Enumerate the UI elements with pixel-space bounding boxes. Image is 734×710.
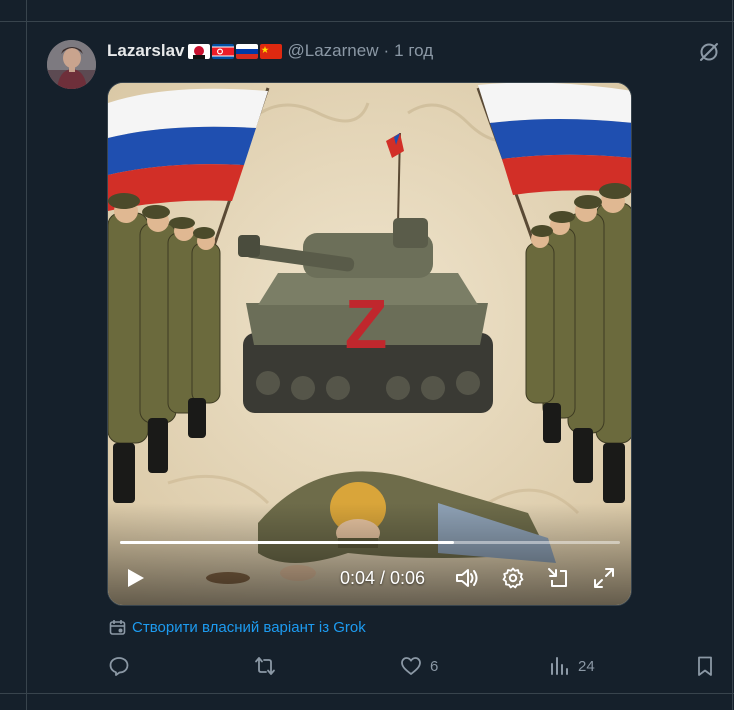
repost-button[interactable] bbox=[254, 655, 284, 677]
gear-icon bbox=[502, 567, 524, 589]
play-button[interactable] bbox=[122, 565, 148, 591]
tank-z-letter: Z bbox=[345, 285, 388, 363]
reply-icon bbox=[109, 657, 129, 676]
progress-bar[interactable] bbox=[120, 541, 620, 544]
avatar[interactable] bbox=[47, 40, 96, 89]
tweet-header: Lazarslav @Lazarnew · 1 год bbox=[107, 40, 433, 62]
author-handle[interactable]: @Lazarnew bbox=[288, 41, 379, 61]
like-count: 6 bbox=[430, 657, 439, 675]
bottom-divider bbox=[0, 693, 734, 694]
views-count: 24 bbox=[578, 657, 595, 675]
author-flags bbox=[187, 43, 282, 59]
grok-icon[interactable] bbox=[698, 41, 720, 63]
fullscreen-button[interactable] bbox=[591, 565, 617, 591]
picture-in-picture-icon bbox=[548, 568, 567, 587]
avatar-image bbox=[47, 40, 96, 89]
video-player[interactable]: Z 0:04 / 0:06 bbox=[107, 82, 632, 606]
video-timecode: 0:04 / 0:06 bbox=[340, 568, 426, 588]
top-divider bbox=[0, 21, 734, 22]
bookmark-button[interactable] bbox=[694, 655, 716, 677]
russia-flag bbox=[235, 43, 258, 59]
heart-icon bbox=[401, 657, 421, 675]
grok-create-label[interactable]: Створити власний варіант із Grok bbox=[132, 619, 366, 636]
expand-icon bbox=[594, 568, 614, 588]
grok-create-link[interactable]: Створити власний варіант із Grok bbox=[109, 619, 366, 636]
views-button[interactable]: 24 bbox=[548, 655, 595, 677]
reply-button[interactable] bbox=[108, 655, 138, 677]
like-button[interactable]: 6 bbox=[400, 655, 438, 677]
left-border bbox=[26, 0, 27, 710]
volume-icon bbox=[456, 569, 478, 587]
right-border bbox=[732, 0, 733, 710]
north-korea-flag bbox=[211, 43, 234, 59]
author-name[interactable]: Lazarslav bbox=[107, 41, 185, 61]
timestamp[interactable]: 1 год bbox=[394, 41, 433, 61]
kangxi-icon bbox=[187, 43, 210, 59]
picture-in-picture-button[interactable] bbox=[545, 565, 571, 591]
china-flag bbox=[259, 43, 282, 59]
grok-create-icon bbox=[109, 620, 126, 635]
repost-icon bbox=[255, 657, 275, 675]
separator-dot: · bbox=[383, 41, 390, 60]
settings-button[interactable] bbox=[500, 565, 526, 591]
volume-button[interactable] bbox=[454, 565, 482, 591]
views-icon bbox=[551, 657, 568, 675]
bookmark-icon bbox=[698, 656, 712, 676]
progress-fill bbox=[120, 541, 454, 544]
play-icon bbox=[128, 569, 144, 587]
